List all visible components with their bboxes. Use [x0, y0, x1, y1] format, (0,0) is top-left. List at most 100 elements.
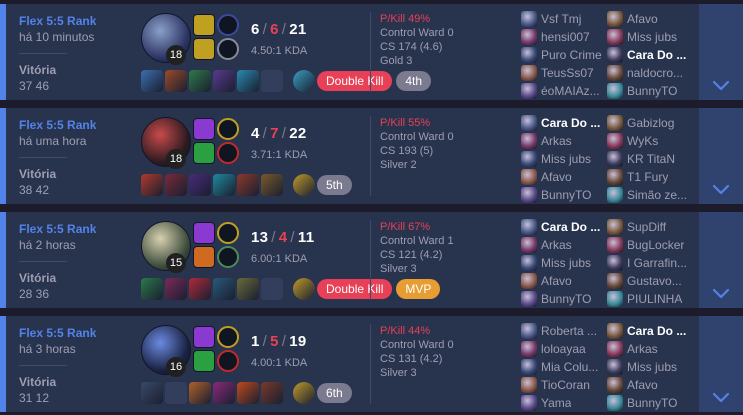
player-name[interactable]: PIULINHA [627, 292, 682, 306]
player-name[interactable]: Cara Do ... [627, 324, 686, 338]
player-name[interactable]: Gustavo... [627, 274, 682, 288]
rune-icon[interactable] [217, 14, 239, 36]
match-card[interactable]: Flex 5:5 Rank há 10 minutos Vitória 37 46 18… [0, 4, 743, 100]
player-row[interactable]: éoMAIAz... [521, 82, 609, 100]
player-row[interactable]: PIULINHA [607, 290, 695, 308]
player-name[interactable]: Mia Colu... [541, 360, 598, 374]
player-name[interactable]: Vsf Tmj [541, 12, 581, 26]
player-row[interactable]: loloayaa [521, 340, 609, 358]
item-icon[interactable] [165, 174, 187, 196]
player-name[interactable]: Afavo [627, 378, 658, 392]
player-name[interactable]: hensi007 [541, 30, 590, 44]
player-row[interactable]: Cara Do ... [521, 218, 609, 236]
player-row[interactable]: hensi007 [521, 28, 609, 46]
item-icon[interactable] [213, 382, 235, 404]
rune-icon[interactable] [217, 350, 239, 372]
item-icon[interactable] [261, 382, 283, 404]
player-name[interactable]: naldocro... [627, 66, 683, 80]
player-row[interactable]: Arkas [521, 132, 609, 150]
player-name[interactable]: éoMAIAz... [541, 84, 600, 98]
player-name[interactable]: KR TitaN [627, 152, 675, 166]
ward-trinket-icon[interactable] [293, 382, 315, 404]
item-icon[interactable] [213, 174, 235, 196]
player-row[interactable]: Roberta ... [521, 322, 609, 340]
match-card[interactable]: Flex 5:5 Rank há 3 horas Vitória 31 12 16 1/5… [0, 316, 743, 412]
player-name[interactable]: BunnyTO [541, 292, 591, 306]
player-name[interactable]: Cara Do ... [541, 116, 600, 130]
player-row[interactable]: Simão ze... [607, 186, 695, 204]
player-name[interactable]: Simão ze... [627, 188, 687, 202]
player-row[interactable]: BunnyTO [521, 290, 609, 308]
item-icon[interactable] [213, 70, 235, 92]
player-name[interactable]: I Garrafin... [627, 256, 687, 270]
player-name[interactable]: Puro Crime [541, 48, 602, 62]
rune-icon[interactable] [217, 222, 239, 244]
item-icon[interactable] [237, 382, 259, 404]
player-row[interactable]: Cara Do ... [607, 46, 695, 64]
player-name[interactable]: Miss jubs [627, 30, 677, 44]
item-icon[interactable] [141, 278, 163, 300]
player-row[interactable]: Vsf Tmj [521, 10, 609, 28]
player-name[interactable]: BugLocker [627, 238, 684, 252]
player-name[interactable]: Afavo [627, 12, 658, 26]
player-row[interactable]: Mia Colu... [521, 358, 609, 376]
player-row[interactable]: SupDiff [607, 218, 695, 236]
item-icon[interactable] [165, 70, 187, 92]
match-card[interactable]: Flex 5:5 Rank há uma hora Vitória 38 42 18 4/… [0, 108, 743, 204]
player-name[interactable]: Roberta ... [541, 324, 597, 338]
player-name[interactable]: SupDiff [627, 220, 666, 234]
player-name[interactable]: T1 Fury [627, 170, 668, 184]
player-name[interactable]: Afavo [541, 170, 572, 184]
player-row[interactable]: Afavo [521, 272, 609, 290]
player-name[interactable]: Miss jubs [627, 360, 677, 374]
player-row[interactable]: WyKs [607, 132, 695, 150]
player-row[interactable]: KR TitaN [607, 150, 695, 168]
player-name[interactable]: BunnyTO [627, 84, 677, 98]
player-name[interactable]: Miss jubs [541, 152, 591, 166]
player-row[interactable]: Cara Do ... [607, 322, 695, 340]
player-row[interactable]: TioCoran [521, 376, 609, 394]
player-name[interactable]: Arkas [627, 342, 658, 356]
player-row[interactable]: BugLocker [607, 236, 695, 254]
item-icon[interactable] [189, 382, 211, 404]
rune-icon[interactable] [217, 246, 239, 268]
player-row[interactable]: BunnyTO [521, 186, 609, 204]
item-icon[interactable] [189, 278, 211, 300]
item-icon[interactable] [165, 278, 187, 300]
ward-trinket-icon[interactable] [293, 70, 315, 92]
player-name[interactable]: Gabizlog [627, 116, 674, 130]
player-row[interactable]: Gabizlog [607, 114, 695, 132]
player-row[interactable]: Cara Do ... [521, 114, 609, 132]
item-icon[interactable] [261, 174, 283, 196]
player-row[interactable]: naldocro... [607, 64, 695, 82]
player-row[interactable]: T1 Fury [607, 168, 695, 186]
item-icon[interactable] [189, 70, 211, 92]
rune-icon[interactable] [217, 38, 239, 60]
player-name[interactable]: Arkas [541, 134, 572, 148]
expand-details-button[interactable] [699, 4, 743, 100]
player-row[interactable]: TeusSs07 [521, 64, 609, 82]
expand-details-button[interactable] [699, 316, 743, 412]
player-row[interactable]: BunnyTO [607, 394, 695, 412]
player-row[interactable]: Miss jubs [607, 358, 695, 376]
item-icon[interactable] [213, 278, 235, 300]
ward-trinket-icon[interactable] [293, 278, 315, 300]
rune-icon[interactable] [217, 142, 239, 164]
summoner-spell-icon[interactable] [193, 246, 215, 268]
player-row[interactable]: Puro Crime [521, 46, 609, 64]
item-icon[interactable] [141, 174, 163, 196]
player-row[interactable]: Yama [521, 394, 609, 412]
player-row[interactable]: I Garrafin... [607, 254, 695, 272]
summoner-spell-icon[interactable] [193, 326, 215, 348]
rune-icon[interactable] [217, 326, 239, 348]
player-name[interactable]: Yama [541, 396, 571, 410]
player-name[interactable]: Miss jubs [541, 256, 591, 270]
player-name[interactable]: Arkas [541, 238, 572, 252]
player-name[interactable]: WyKs [627, 134, 658, 148]
player-row[interactable]: Gustavo... [607, 272, 695, 290]
player-name[interactable]: Cara Do ... [541, 220, 600, 234]
expand-details-button[interactable] [699, 108, 743, 204]
item-icon[interactable] [141, 70, 163, 92]
player-row[interactable]: Afavo [607, 376, 695, 394]
rune-icon[interactable] [217, 118, 239, 140]
